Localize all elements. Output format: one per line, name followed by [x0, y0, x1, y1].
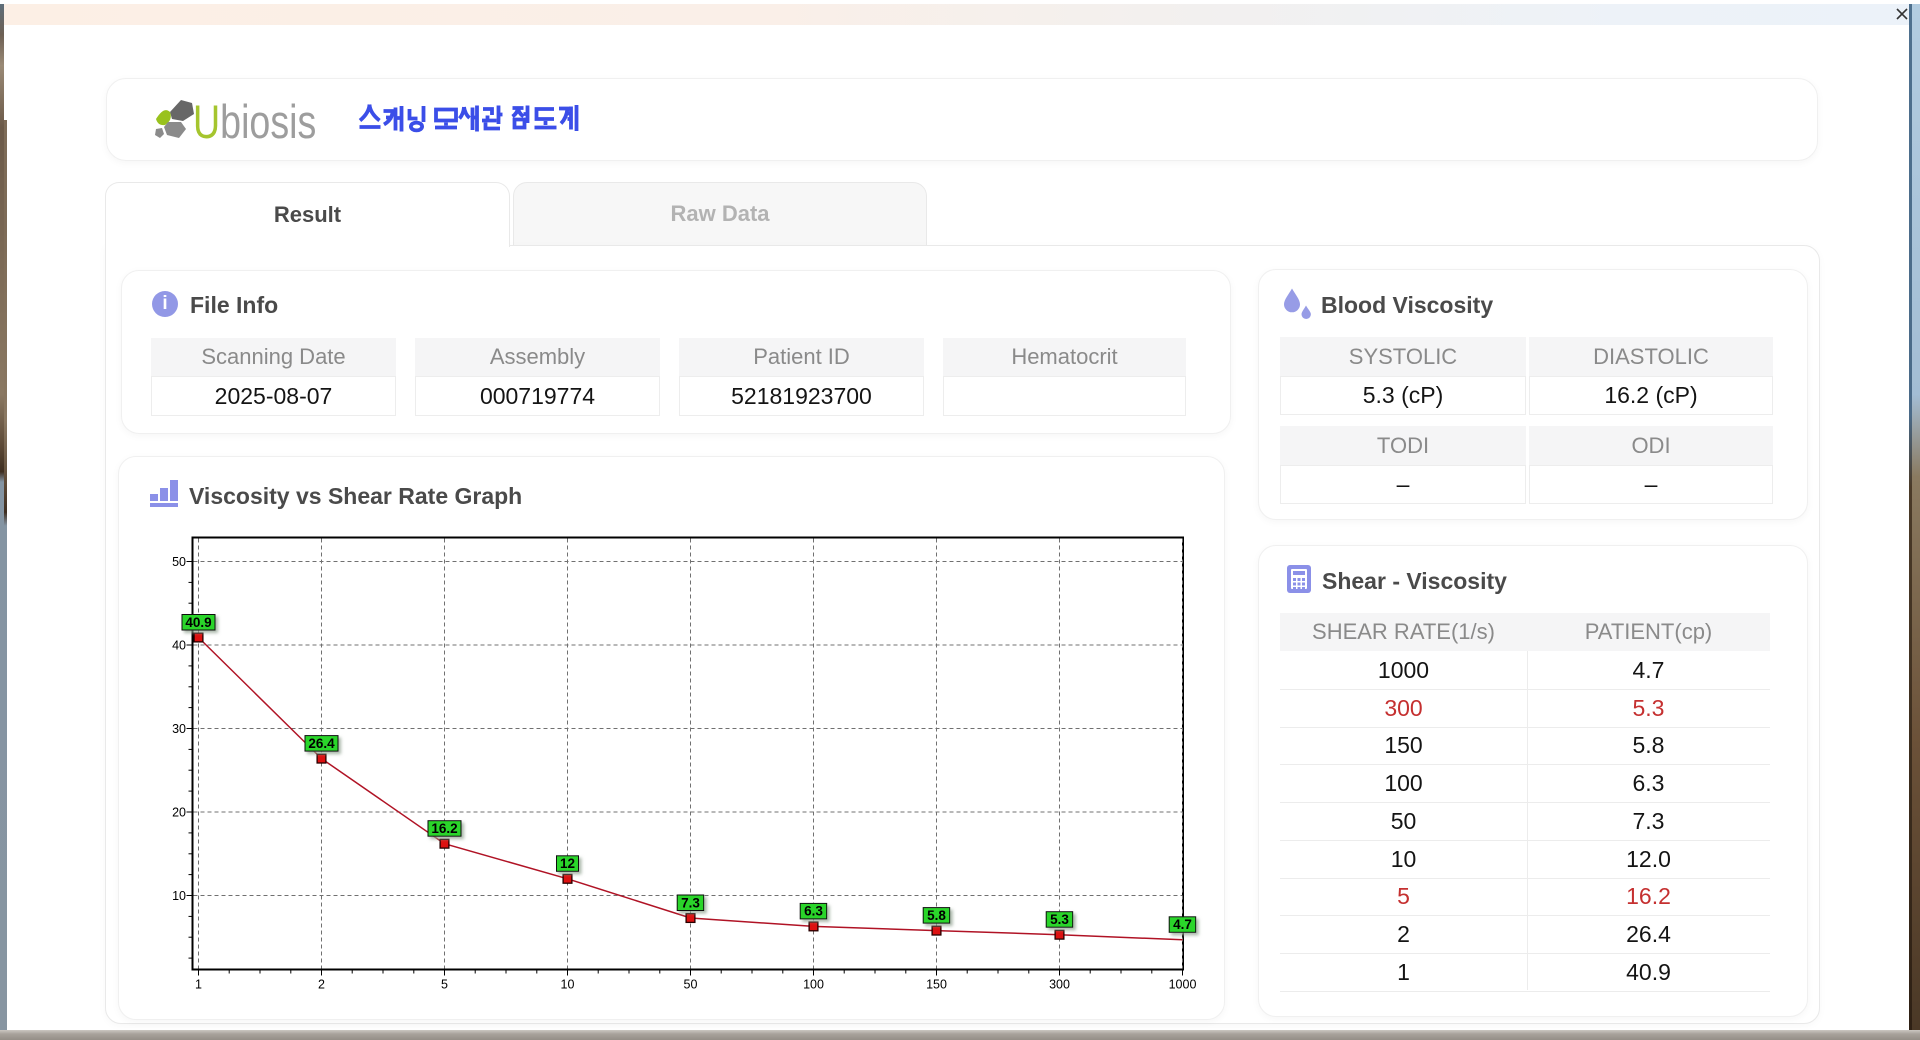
- svg-text:10: 10: [561, 978, 575, 992]
- svg-text:50: 50: [172, 555, 186, 569]
- svg-text:16.2: 16.2: [431, 821, 457, 836]
- svg-text:10: 10: [172, 889, 186, 903]
- svg-text:40.9: 40.9: [185, 615, 211, 630]
- svg-text:5.8: 5.8: [927, 908, 946, 923]
- svg-text:300: 300: [1049, 978, 1070, 992]
- svg-text:26.4: 26.4: [308, 736, 335, 751]
- svg-text:1000: 1000: [1169, 978, 1197, 992]
- svg-text:12: 12: [560, 856, 575, 871]
- svg-text:1: 1: [195, 978, 202, 992]
- svg-text:20: 20: [172, 806, 186, 820]
- svg-text:30: 30: [172, 722, 186, 736]
- svg-text:150: 150: [926, 978, 947, 992]
- svg-text:5: 5: [441, 978, 448, 992]
- svg-text:40: 40: [172, 639, 186, 653]
- svg-text:6.3: 6.3: [804, 904, 823, 919]
- svg-text:4.7: 4.7: [1173, 917, 1192, 932]
- svg-text:7.3: 7.3: [681, 895, 700, 910]
- svg-text:2: 2: [318, 978, 325, 992]
- svg-text:50: 50: [684, 978, 698, 992]
- svg-text:100: 100: [803, 978, 824, 992]
- svg-text:5.3: 5.3: [1050, 912, 1069, 927]
